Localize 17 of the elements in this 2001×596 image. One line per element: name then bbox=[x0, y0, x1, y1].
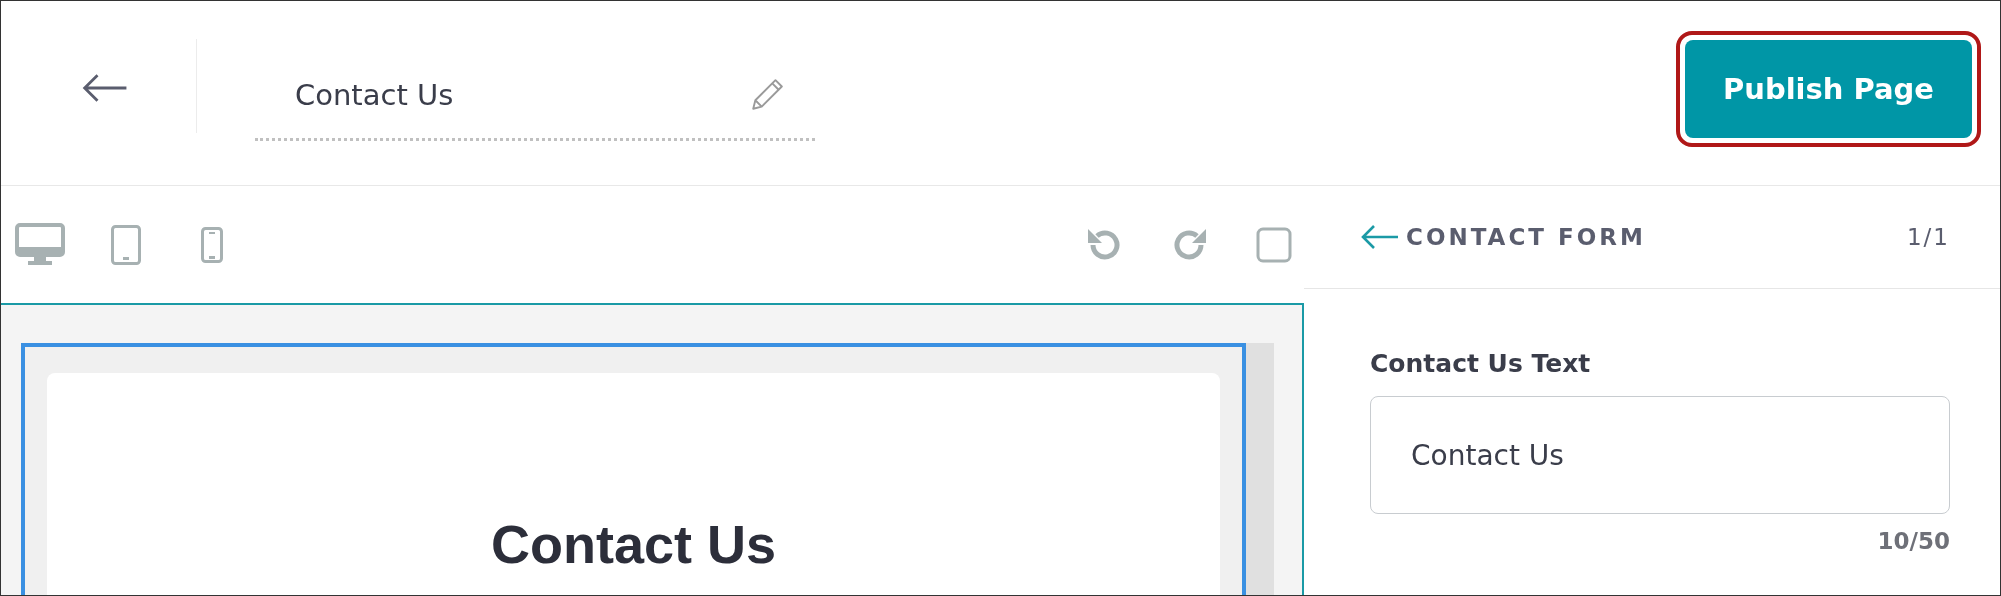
square-icon[interactable] bbox=[1256, 226, 1292, 263]
selected-section[interactable]: Contact Us bbox=[21, 343, 1246, 595]
field-label: Contact Us Text bbox=[1370, 349, 1592, 378]
tablet-icon[interactable] bbox=[111, 224, 141, 265]
scrollbar[interactable] bbox=[1246, 343, 1274, 595]
pencil-icon[interactable] bbox=[749, 76, 785, 113]
publish-button[interactable]: Publish Page bbox=[1685, 40, 1972, 138]
text-field[interactable]: Contact Us bbox=[1370, 396, 1950, 514]
back-icon[interactable] bbox=[81, 73, 129, 103]
phone-icon[interactable] bbox=[201, 226, 223, 263]
desktop-icon[interactable] bbox=[15, 222, 65, 267]
character-count: 10/50 bbox=[1877, 528, 1950, 554]
panel-title: CONTACT FORM bbox=[1406, 224, 1647, 250]
page-counter: 1/1 bbox=[1907, 224, 1950, 250]
page-heading: Contact Us bbox=[491, 513, 776, 576]
page-title-field[interactable]: Contact Us bbox=[295, 77, 749, 112]
back-icon[interactable] bbox=[1360, 224, 1400, 250]
